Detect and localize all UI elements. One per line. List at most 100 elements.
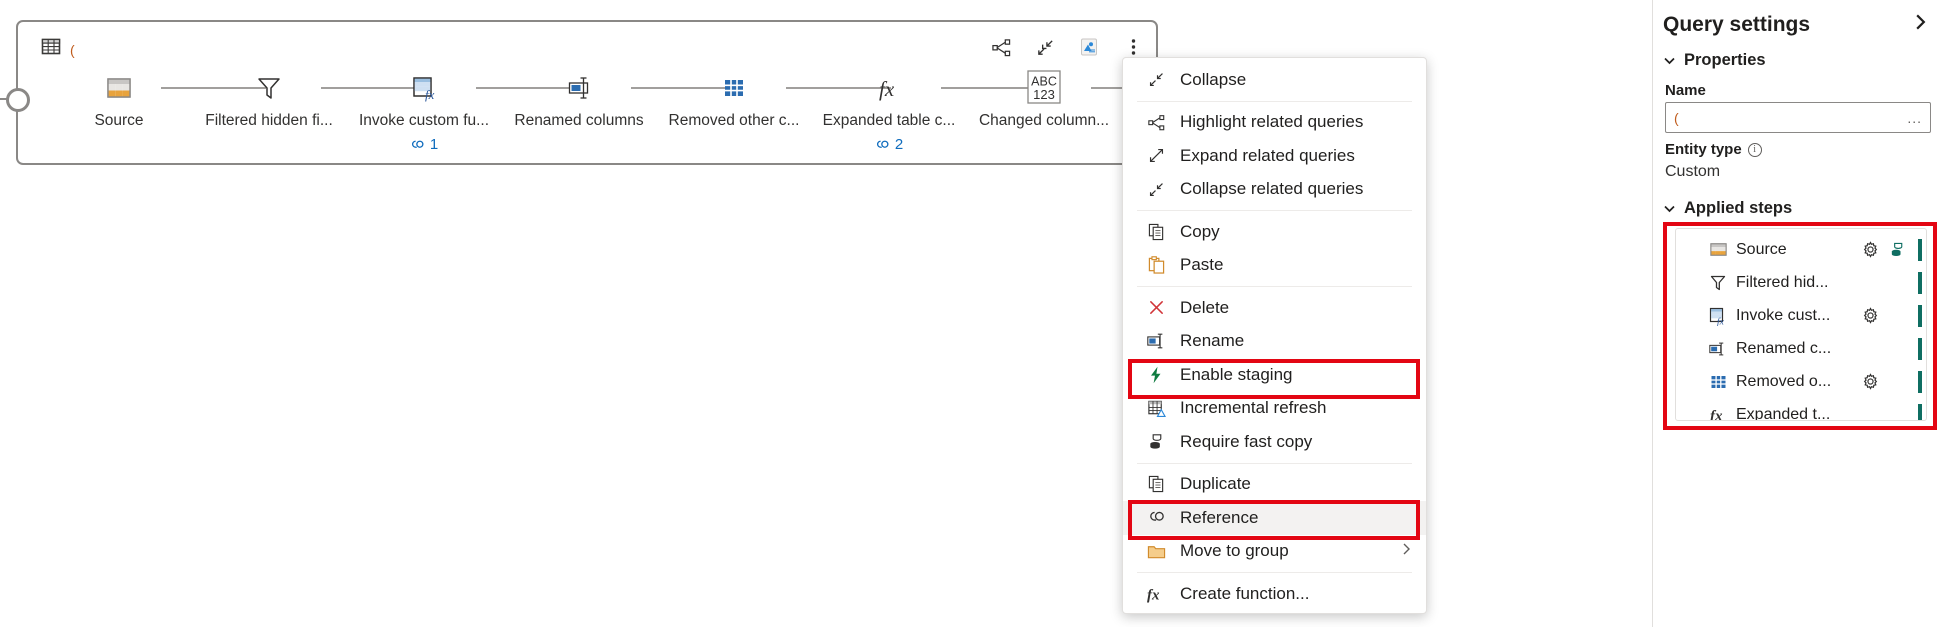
diagram-step-label: Changed column... — [978, 112, 1110, 129]
removed-columns-icon — [1707, 373, 1729, 391]
menu-item-enable-staging[interactable]: Enable staging — [1123, 358, 1426, 392]
diagram-step-invoke-custom-fu[interactable]: fx Invoke custom fu... 1 — [349, 68, 499, 153]
staging-bolt-icon — [1145, 364, 1167, 386]
fast-copy-icon — [1145, 431, 1167, 453]
menu-separator — [1137, 100, 1412, 102]
gear-icon[interactable] — [1860, 373, 1880, 390]
duplicate-icon — [1145, 473, 1167, 495]
svg-text:fx: fx — [1717, 316, 1725, 326]
query-settings-header: Query settings — [1653, 0, 1943, 41]
diagram-step-ref-count: 1 — [429, 136, 439, 153]
applied-steps-section-header[interactable]: Applied steps — [1653, 185, 1943, 222]
properties-section-header[interactable]: Properties — [1653, 41, 1943, 74]
applied-step-label: Invoke cust... — [1736, 306, 1831, 324]
menu-item-highlight-related-queries[interactable]: Highlight related queries — [1123, 106, 1426, 140]
menu-item-label: Collapse related queries — [1180, 179, 1364, 199]
menu-item-create-function[interactable]: fx Create function... — [1123, 577, 1426, 611]
collapse-icon — [1145, 69, 1167, 91]
query-connector-node[interactable] — [6, 88, 30, 112]
menu-separator — [1137, 286, 1412, 287]
step-indicator-bar — [1918, 337, 1922, 360]
name-input[interactable]: ( ... — [1665, 102, 1931, 133]
step-indicator-bar — [1918, 238, 1922, 261]
menu-item-label: Incremental refresh — [1180, 398, 1327, 418]
applied-step-expanded-t[interactable]: fx Expanded t... — [1676, 398, 1926, 420]
query-settings-panel: Query settings Properties Name ( ... Ent… — [1652, 0, 1943, 627]
invoke-function-icon: fx — [349, 68, 499, 108]
menu-item-label: Delete — [1180, 297, 1230, 317]
diagram-step-source[interactable]: Source — [44, 68, 194, 130]
menu-item-label: Collapse — [1180, 69, 1247, 89]
applied-step-source[interactable]: Source — [1676, 233, 1926, 266]
step-indicator-bar — [1918, 271, 1922, 294]
fx-icon: fx — [1707, 405, 1729, 420]
menu-item-copy[interactable]: Copy — [1123, 215, 1426, 249]
diagram-step-changed-column[interactable]: ABC 123 Changed column... — [969, 68, 1119, 130]
reference-icon — [1145, 507, 1167, 529]
svg-text:123: 123 — [1033, 87, 1055, 102]
data-source-icon[interactable] — [1076, 34, 1102, 60]
query-card[interactable]: (Source Filtered hidden fi... fx Invoke… — [0, 20, 1165, 165]
menu-item-paste[interactable]: Paste — [1123, 249, 1426, 283]
applied-step-renamed-c[interactable]: Renamed c... — [1676, 332, 1926, 365]
name-field-label: Name — [1665, 82, 1706, 99]
menu-item-delete[interactable]: Delete — [1123, 291, 1426, 325]
step-indicator-bar — [1918, 403, 1922, 420]
menu-separator — [1137, 462, 1412, 464]
applied-steps-section-label: Applied steps — [1684, 199, 1793, 217]
menu-item-rename[interactable]: Rename — [1123, 325, 1426, 359]
applied-step-removed-o[interactable]: Removed o... — [1676, 365, 1926, 398]
menu-item-incremental-refresh[interactable]: Incremental refresh — [1123, 392, 1426, 426]
menu-item-require-fast-copy[interactable]: Require fast copy — [1123, 425, 1426, 459]
applied-step-invoke-cust[interactable]: fx Invoke cust... — [1676, 299, 1926, 332]
highlight-related-icon — [1145, 111, 1167, 133]
diagram-step-expanded-table-c[interactable]: fx Expanded table c... 2 — [814, 68, 964, 153]
fx-icon: fx — [814, 68, 964, 108]
diagram-step-removed-other-c[interactable]: Removed other c... — [659, 68, 809, 130]
menu-item-label: Duplicate — [1180, 474, 1251, 494]
gear-icon[interactable] — [1860, 307, 1880, 324]
info-icon[interactable]: i — [1747, 142, 1762, 157]
svg-text:fx: fx — [879, 77, 895, 101]
menu-item-collapse-related-queries[interactable]: Collapse related queries — [1123, 173, 1426, 207]
applied-step-label: Source — [1736, 240, 1787, 258]
query-context-menu[interactable]: Collapse Highlight related queries Expan… — [1122, 57, 1427, 614]
diagram-step-label: Filtered hidden fi... — [205, 112, 333, 129]
diagram-step-label: Removed other c... — [668, 112, 800, 129]
data-source-settings-icon[interactable] — [1887, 241, 1907, 258]
filter-icon — [1707, 273, 1729, 292]
diagram-step-renamed-columns[interactable]: Renamed columns — [504, 68, 654, 130]
menu-item-duplicate[interactable]: Duplicate — [1123, 468, 1426, 502]
entity-type-value: Custom — [1665, 163, 1721, 180]
menu-item-reference[interactable]: Reference — [1123, 501, 1426, 535]
diagram-step-filtered-hidden-fi[interactable]: Filtered hidden fi... — [194, 68, 344, 130]
diagram-step-references[interactable]: 2 — [814, 136, 964, 153]
step-indicator-bar — [1918, 304, 1922, 327]
highlight-related-queries-icon[interactable] — [988, 34, 1014, 60]
reference-link-icon — [876, 140, 889, 148]
menu-item-label: Reference — [1180, 507, 1259, 527]
diagram-step-references[interactable]: 1 — [349, 136, 499, 153]
table-icon — [40, 35, 62, 62]
menu-item-label: Expand related queries — [1180, 145, 1355, 165]
panel-title: Query settings — [1663, 12, 1811, 36]
abc123-icon: ABC 123 — [969, 68, 1119, 108]
menu-item-expand-related-queries[interactable]: Expand related queries — [1123, 139, 1426, 173]
menu-item-label: Highlight related queries — [1180, 112, 1364, 132]
query-card-header: ( — [18, 22, 1156, 68]
gear-icon[interactable] — [1860, 241, 1880, 258]
diagram-step-label: Source — [94, 112, 144, 129]
collapse-icon[interactable] — [1032, 34, 1058, 60]
query-card-title: ( — [70, 42, 75, 58]
delete-icon — [1145, 297, 1167, 319]
invoke-function-icon: fx — [1707, 306, 1729, 326]
copy-icon — [1145, 221, 1167, 243]
name-input-ellipsis: ... — [1907, 109, 1922, 126]
applied-step-filtered-hid[interactable]: Filtered hid... — [1676, 266, 1926, 299]
menu-item-move-to-group[interactable]: Move to group — [1123, 535, 1426, 569]
chevron-right-icon[interactable] — [1912, 12, 1929, 37]
entity-type-label-text: Entity type — [1665, 141, 1742, 158]
diagram-step-label: Expanded table c... — [822, 112, 956, 129]
menu-item-label: Paste — [1180, 255, 1224, 275]
menu-item-collapse[interactable]: Collapse — [1123, 63, 1426, 97]
